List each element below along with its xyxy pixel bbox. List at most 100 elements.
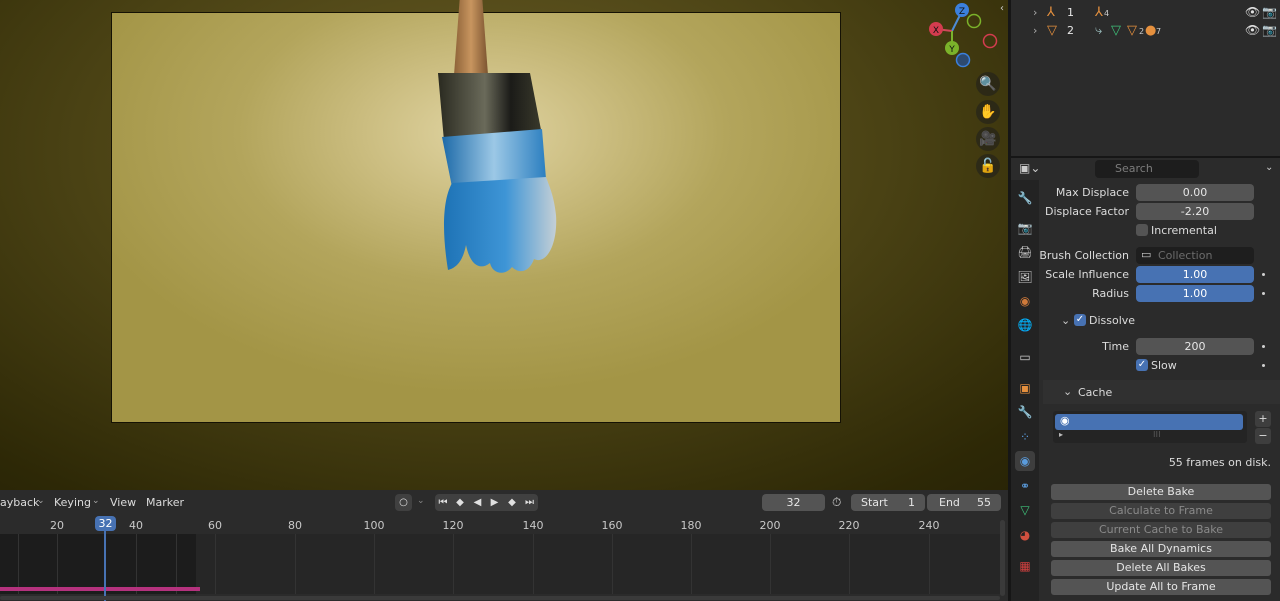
cache-panel-header[interactable]: ⌄ Cache xyxy=(1043,380,1280,404)
delete-all-bakes-button[interactable]: Delete All Bakes xyxy=(1051,560,1271,576)
constraints-tab-icon[interactable]: ⚭ xyxy=(1015,476,1035,496)
cache-collapse-icon[interactable]: ⌄ xyxy=(1063,385,1072,398)
prev-keyframe-icon[interactable]: ◆ xyxy=(451,494,469,511)
radius-slider[interactable]: 1.00 xyxy=(1136,285,1254,302)
playback-menu[interactable]: ayback xyxy=(0,496,39,509)
frame-ruler[interactable]: 20 40 60 80 100 120 140 160 180 200 220 … xyxy=(0,514,1008,534)
play-icon[interactable]: ▶ xyxy=(486,494,503,511)
tool-tab-icon[interactable]: 🔧 xyxy=(1015,188,1035,208)
material-tab-icon[interactable]: ◕ xyxy=(1015,525,1035,545)
collapse-arrow-icon[interactable]: ‹ xyxy=(1000,3,1004,14)
end-frame-field[interactable]: End 55 xyxy=(927,494,1001,511)
editor-type-icon[interactable]: ▣⌄ xyxy=(1019,161,1040,175)
keying-menu[interactable]: Keying xyxy=(54,496,91,509)
play-reverse-icon[interactable]: ◀ xyxy=(469,494,486,511)
cache-list-item[interactable]: ◉ xyxy=(1055,414,1243,430)
zoom-icon[interactable]: 🔍 xyxy=(976,72,1000,96)
next-keyframe-icon[interactable]: ◆ xyxy=(503,494,521,511)
navigation-gizmo[interactable]: Z X Y xyxy=(924,0,1004,72)
area-divider[interactable] xyxy=(1008,0,1011,601)
current-frame-field[interactable]: 32 xyxy=(762,494,825,511)
view-menu[interactable]: View xyxy=(110,496,136,509)
ruler-label: 240 xyxy=(918,519,940,532)
time-field[interactable]: 200 xyxy=(1136,338,1254,355)
brush-collection-label: Brush Collection xyxy=(1039,249,1129,262)
ruler-label: 200 xyxy=(759,519,781,532)
grid-line xyxy=(136,534,137,594)
playhead-line[interactable] xyxy=(104,531,106,601)
grid-line xyxy=(533,534,534,594)
visibility-eye-icon[interactable]: 👁 xyxy=(1245,23,1260,37)
outliner[interactable]: › ⅄ 1 ⅄ 4 👁 📷 › ▽ 2 ⤷ ▽ ▽ 2 ● 7 👁 📷 xyxy=(1011,0,1280,156)
hand-icon[interactable]: ✋ xyxy=(976,100,1000,124)
current-cache-to-bake-button[interactable]: Current Cache to Bake xyxy=(1051,522,1271,538)
world-tab-icon[interactable]: 🌐 xyxy=(1015,315,1035,335)
keyframe-dot-icon[interactable] xyxy=(1262,364,1265,367)
dropdown-chevron-icon[interactable]: ⌄ xyxy=(1265,162,1273,173)
vertical-scrollbar[interactable] xyxy=(1000,520,1005,596)
render-tab-icon[interactable]: 📷 xyxy=(1015,218,1035,238)
timeline-header: ayback ⌄ Keying ⌄ View Marker ○ ⌄ ⏮ ◆ ◀ … xyxy=(0,490,1008,514)
lock-icon[interactable]: 🔓 xyxy=(976,154,1000,178)
jump-end-icon[interactable]: ⏭ xyxy=(521,494,538,511)
slow-checkbox[interactable]: ✓ xyxy=(1136,359,1148,371)
modifier-tab-icon[interactable]: 🔧 xyxy=(1015,402,1035,422)
grid-line xyxy=(176,534,177,594)
stopwatch-icon[interactable]: ⏱ xyxy=(832,495,841,510)
object-tab-icon[interactable]: ▣ xyxy=(1015,378,1035,398)
search-input[interactable]: Search xyxy=(1095,160,1199,178)
dissolve-checkbox[interactable]: ✓ xyxy=(1074,314,1086,326)
list-resize-handle-icon[interactable]: ⁝⁝⁝ xyxy=(1153,430,1161,439)
output-tab-icon[interactable]: 🖨 xyxy=(1015,242,1035,262)
visibility-eye-icon[interactable]: 👁 xyxy=(1245,5,1260,19)
max-displace-field[interactable]: 0.00 xyxy=(1136,184,1254,201)
physics-tab-icon[interactable]: ◉ xyxy=(1015,451,1035,471)
auto-keying-record-icon[interactable]: ○ xyxy=(395,494,412,511)
render-camera-icon[interactable]: 📷 xyxy=(1262,5,1277,19)
cache-label: Cache xyxy=(1078,386,1113,399)
horizontal-scrollbar[interactable] xyxy=(0,596,1000,600)
area-divider[interactable] xyxy=(1011,156,1280,158)
keying-dropdown-icon[interactable]: ⌄ xyxy=(92,496,100,506)
start-label: Start xyxy=(861,496,888,509)
start-frame-field[interactable]: Start 1 xyxy=(851,494,925,511)
particles-tab-icon[interactable]: ⁘ xyxy=(1015,427,1035,447)
jump-start-icon[interactable]: ⏮ xyxy=(435,494,451,511)
playback-dropdown-icon[interactable]: ⌄ xyxy=(37,496,45,506)
list-add-button[interactable]: + xyxy=(1255,411,1271,427)
properties-editor[interactable]: ▣⌄ ⚲ Search ⌄ 🔧 📷 🖨 🖼 ◉ 🌐 ▭ ▣ 🔧 ⁘ ◉ ⚭ ▽ … xyxy=(1011,158,1280,601)
keyframe-dot-icon[interactable] xyxy=(1262,345,1265,348)
scale-influence-slider[interactable]: 1.00 xyxy=(1136,266,1254,283)
incremental-checkbox[interactable] xyxy=(1136,224,1148,236)
brush-collection-field[interactable]: Collection xyxy=(1136,247,1254,264)
3d-viewport[interactable]: Z X Y 🔍 ✋ 🎥 🔓 ‹ xyxy=(0,0,1008,490)
playhead-frame-badge[interactable]: 32 xyxy=(95,516,116,531)
radius-label: Radius xyxy=(1092,287,1129,300)
scene-tab-icon[interactable]: ◉ xyxy=(1015,291,1035,311)
keyframe-dot-icon[interactable] xyxy=(1262,292,1265,295)
list-remove-button[interactable]: − xyxy=(1255,428,1271,444)
marker-menu[interactable]: Marker xyxy=(146,496,184,509)
list-expand-icon[interactable]: ▸ xyxy=(1059,430,1063,439)
data-tab-icon[interactable]: ▽ xyxy=(1015,500,1035,520)
outliner-row[interactable]: › ⅄ 1 ⅄ 4 👁 📷 xyxy=(1011,3,1280,21)
expand-chevron-icon[interactable]: › xyxy=(1033,6,1037,19)
texture-tab-icon[interactable]: ▦ xyxy=(1015,556,1035,576)
camera-icon[interactable]: 🎥 xyxy=(976,127,1000,151)
collection-tab-icon[interactable]: ▭ xyxy=(1015,347,1035,367)
dissolve-collapse-icon[interactable]: ⌄ xyxy=(1061,314,1070,327)
calculate-to-frame-button[interactable]: Calculate to Frame xyxy=(1051,503,1271,519)
update-all-to-frame-button[interactable]: Update All to Frame xyxy=(1051,579,1271,595)
displace-factor-field[interactable]: -2.20 xyxy=(1136,203,1254,220)
properties-header: ▣⌄ ⚲ Search ⌄ xyxy=(1011,158,1280,180)
auto-keying-dropdown-icon[interactable]: ⌄ xyxy=(417,496,425,506)
render-camera-icon[interactable]: 📷 xyxy=(1262,23,1277,37)
bake-all-dynamics-button[interactable]: Bake All Dynamics xyxy=(1051,541,1271,557)
delete-bake-button[interactable]: Delete Bake xyxy=(1051,484,1271,500)
keyframe-dot-icon[interactable] xyxy=(1262,273,1265,276)
view-layer-tab-icon[interactable]: 🖼 xyxy=(1015,267,1035,287)
expand-chevron-icon[interactable]: › xyxy=(1033,24,1037,37)
outliner-row[interactable]: › ▽ 2 ⤷ ▽ ▽ 2 ● 7 👁 📷 xyxy=(1011,21,1280,39)
armature-icon: ⅄ xyxy=(1047,4,1055,20)
timeline-editor[interactable]: ayback ⌄ Keying ⌄ View Marker ○ ⌄ ⏮ ◆ ◀ … xyxy=(0,490,1008,601)
